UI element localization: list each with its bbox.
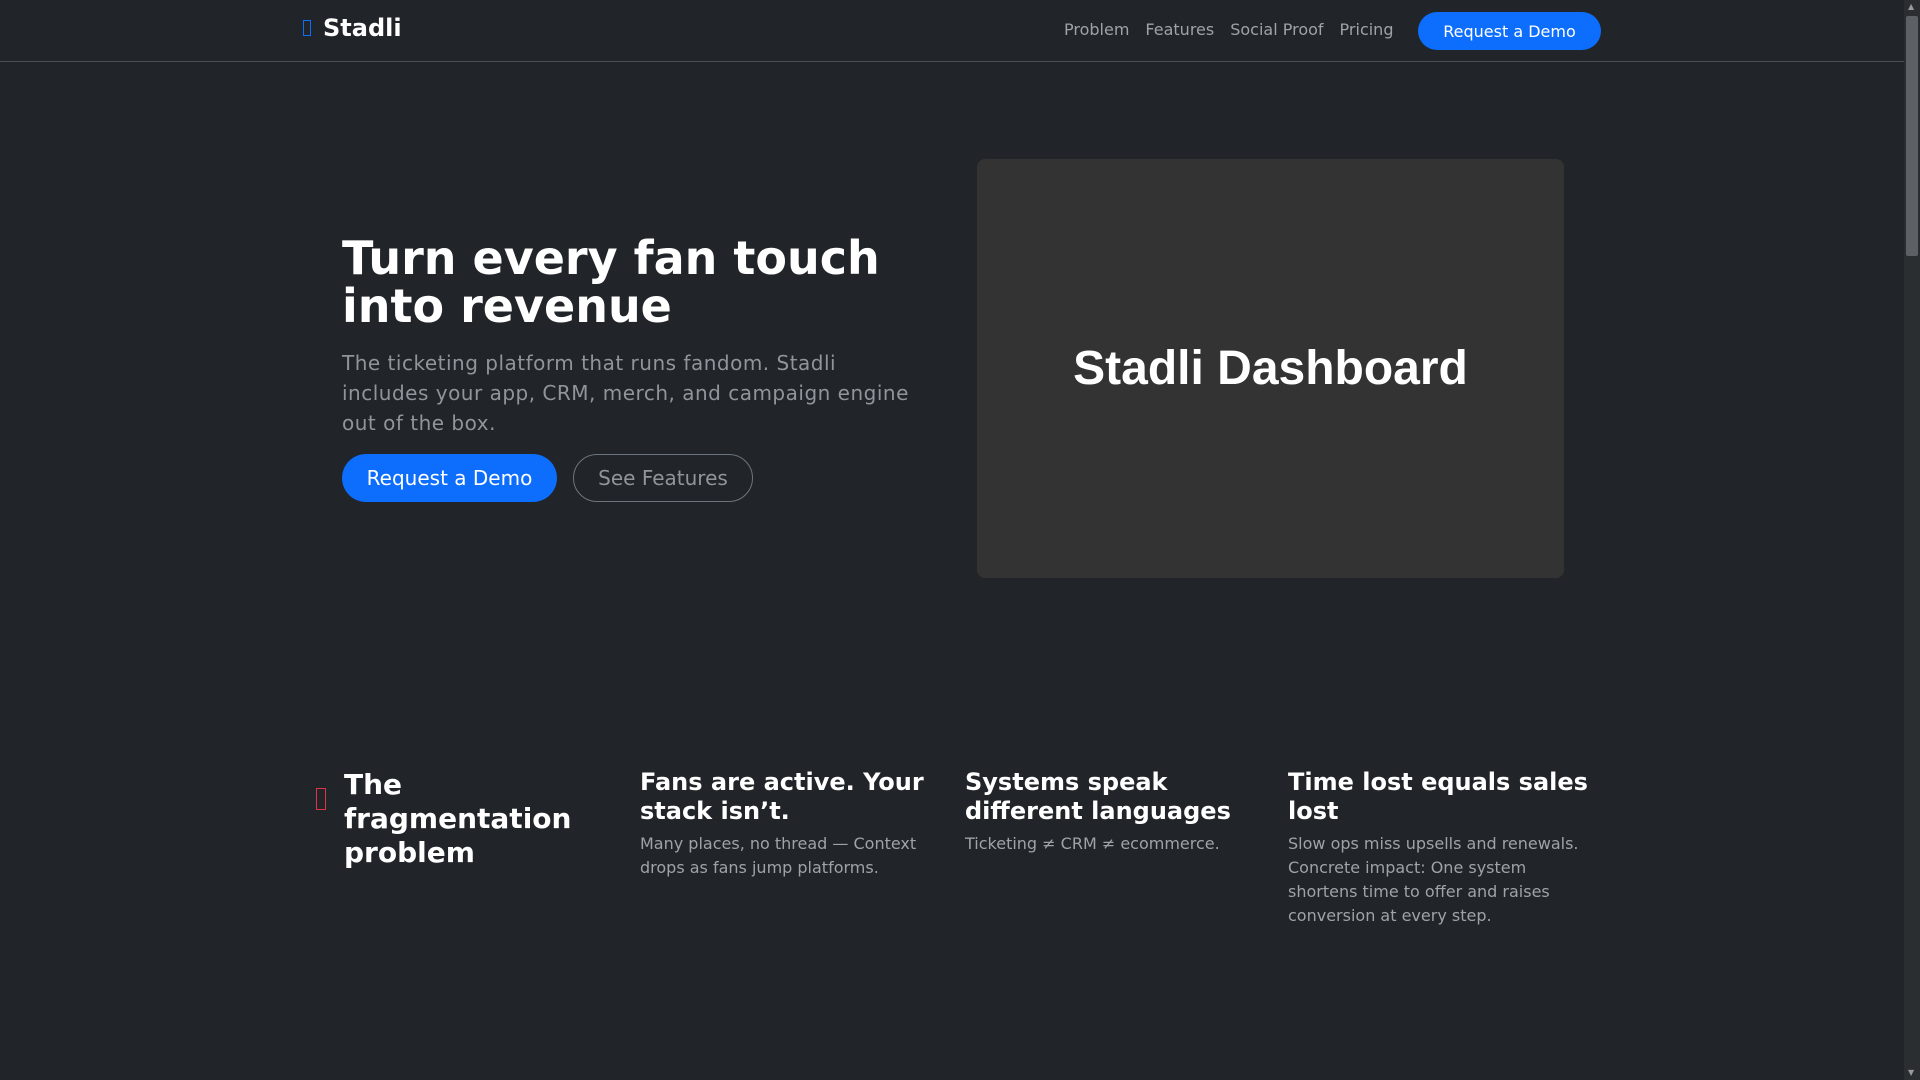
problem-card-text: Many places, no thread — Context drops a… — [640, 834, 917, 877]
brand-link[interactable]: Stadli — [303, 14, 402, 42]
brand-name: Stadli — [323, 14, 402, 42]
brand-icon — [303, 20, 311, 36]
problem-card-title: Fans are active. Your stack isn’t. — [640, 768, 924, 825]
problem-card: Time lost equals sales lost Slow ops mis… — [1288, 768, 1598, 928]
problem-title: The fragmentation problem — [344, 768, 572, 869]
nav-links: Problem Features Social Proof Pricing — [1064, 20, 1393, 39]
problem-card: Systems speak different languages Ticket… — [965, 768, 1275, 856]
nav-request-demo-button[interactable]: Request a Demo — [1418, 12, 1601, 50]
nav-link-pricing[interactable]: Pricing — [1340, 20, 1394, 39]
hero-subtitle: The ticketing platform that runs fandom.… — [342, 351, 909, 435]
top-navbar: Stadli Problem Features Social Proof Pri… — [0, 0, 1904, 62]
hero-request-demo-button[interactable]: Request a Demo — [342, 454, 557, 502]
problem-card: Fans are active. Your stack isn’t. Many … — [640, 768, 950, 880]
problem-icon — [316, 788, 326, 810]
hero-title: Turn every fan touch into revenue — [342, 231, 880, 333]
scrollbar-thumb[interactable] — [1906, 16, 1918, 256]
nav-link-problem[interactable]: Problem — [1064, 20, 1129, 39]
dashboard-image: Stadli Dashboard — [977, 159, 1564, 578]
problem-card-text: Ticketing ≠ CRM ≠ ecommerce. — [965, 834, 1220, 853]
problem-card-title: Time lost equals sales lost — [1288, 768, 1588, 825]
problem-card-text: Slow ops miss upsells and renewals. Conc… — [1288, 834, 1579, 925]
see-features-button[interactable]: See Features — [573, 454, 753, 502]
problem-card-title: Systems speak different languages — [965, 768, 1231, 825]
nav-link-social-proof[interactable]: Social Proof — [1230, 20, 1323, 39]
nav-link-features[interactable]: Features — [1145, 20, 1214, 39]
scroll-down-icon[interactable]: ▼ — [1908, 1068, 1914, 1077]
scroll-up-icon[interactable]: ▲ — [1908, 2, 1914, 11]
dashboard-image-text: Stadli Dashboard — [1073, 342, 1468, 395]
